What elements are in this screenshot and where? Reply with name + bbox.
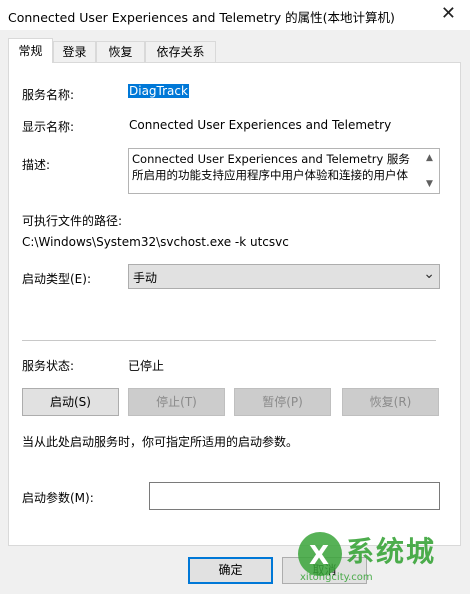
window-title: Connected User Experiences and Telemetry… xyxy=(8,10,395,25)
exe-path-value: C:\Windows\System32\svchost.exe -k utcsv… xyxy=(22,235,289,249)
startup-type-value: 手动 xyxy=(133,271,158,285)
scroll-down-icon[interactable]: ▼ xyxy=(426,179,433,189)
tab-dependencies[interactable]: 依存关系 xyxy=(145,41,216,62)
chevron-down-icon: ⌄ xyxy=(423,266,435,282)
watermark-text: 系统城 xyxy=(346,535,437,568)
description-textbox[interactable]: Connected User Experiences and Telemetry… xyxy=(128,148,440,194)
pause-button[interactable]: 暂停(P) xyxy=(234,388,331,416)
title-bar: Connected User Experiences and Telemetry… xyxy=(0,0,470,30)
watermark-logo: X 系统城 xitongcity.com xyxy=(294,526,464,586)
start-button[interactable]: 启动(S) xyxy=(22,388,119,416)
description-label: 描述: xyxy=(22,158,51,172)
section-divider xyxy=(22,340,436,341)
start-params-hint: 当从此处启动服务时，你可指定所适用的启动参数。 xyxy=(22,435,299,449)
description-line-2: 所启用的功能支持应用程序中用户体验和连接的用户体 xyxy=(132,168,408,182)
scroll-up-icon[interactable]: ▲ xyxy=(426,153,433,163)
service-name-label: 服务名称: xyxy=(22,88,75,102)
tab-recovery[interactable]: 恢复 xyxy=(96,41,145,62)
service-status-value: 已停止 xyxy=(128,359,165,373)
start-params-label: 启动参数(M): xyxy=(22,491,94,505)
resume-button[interactable]: 恢复(R) xyxy=(342,388,439,416)
startup-type-select[interactable]: 手动 ⌄ xyxy=(128,264,440,289)
stop-button[interactable]: 停止(T) xyxy=(128,388,225,416)
exe-path-label: 可执行文件的路径: xyxy=(22,214,123,228)
close-icon[interactable]: ✕ xyxy=(441,3,456,24)
display-name-label: 显示名称: xyxy=(22,120,75,134)
description-scrollbar[interactable]: ▲ ▼ xyxy=(423,149,439,193)
display-name-value: Connected User Experiences and Telemetry xyxy=(129,118,392,132)
tab-logon[interactable]: 登录 xyxy=(53,41,96,62)
description-line-1: Connected User Experiences and Telemetry… xyxy=(132,152,410,166)
startup-type-label: 启动类型(E): xyxy=(22,272,91,286)
ok-button[interactable]: 确定 xyxy=(188,557,273,584)
watermark-url: xitongcity.com xyxy=(300,572,373,583)
general-panel xyxy=(8,62,461,546)
service-status-label: 服务状态: xyxy=(22,359,75,373)
tab-general[interactable]: 常规 xyxy=(8,38,53,63)
start-params-input[interactable] xyxy=(149,482,440,510)
svg-text:X: X xyxy=(309,541,329,571)
service-name-value[interactable]: DiagTrack xyxy=(128,84,189,98)
